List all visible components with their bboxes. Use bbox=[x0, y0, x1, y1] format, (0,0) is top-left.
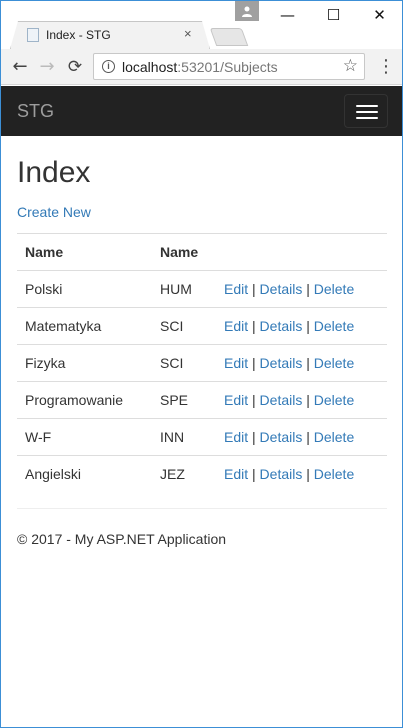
column-header-actions bbox=[216, 233, 387, 271]
edit-link[interactable]: Edit bbox=[224, 318, 248, 334]
site-info-icon[interactable]: i bbox=[102, 60, 115, 73]
profile-person-icon[interactable] bbox=[235, 1, 259, 21]
action-separator: | bbox=[252, 466, 256, 483]
url-path: :53201/Subjects bbox=[177, 59, 278, 75]
details-link[interactable]: Details bbox=[260, 392, 303, 408]
details-link[interactable]: Details bbox=[260, 355, 303, 371]
main-content: Index Create New Name Name Polski HUM Edit… bbox=[17, 136, 387, 493]
edit-link[interactable]: Edit bbox=[224, 429, 248, 445]
column-header-name: Name bbox=[17, 233, 152, 271]
edit-link[interactable]: Edit bbox=[224, 466, 248, 482]
browser-menu-icon[interactable]: ⋮ bbox=[377, 55, 395, 79]
subject-code: SCI bbox=[152, 344, 216, 382]
details-link[interactable]: Details bbox=[260, 466, 303, 482]
page-favicon-icon bbox=[27, 28, 39, 42]
back-arrow-icon[interactable]: ← bbox=[8, 55, 32, 79]
url-text[interactable]: localhost:53201/Subjects bbox=[122, 59, 278, 75]
subject-code: JEZ bbox=[152, 455, 216, 493]
edit-link[interactable]: Edit bbox=[224, 281, 248, 297]
subject-name: Angielski bbox=[17, 455, 152, 493]
details-link[interactable]: Details bbox=[260, 429, 303, 445]
details-link[interactable]: Details bbox=[260, 318, 303, 334]
address-bar[interactable]: i localhost:53201/Subjects ☆ bbox=[93, 53, 365, 80]
row-actions: Edit | Details | Delete bbox=[216, 381, 387, 419]
edit-link[interactable]: Edit bbox=[224, 355, 248, 371]
reload-icon[interactable]: ⟳ bbox=[63, 55, 87, 79]
action-separator: | bbox=[252, 318, 256, 334]
page-title: Index bbox=[17, 156, 91, 189]
table-row: W-F INN Edit | Details | Delete bbox=[17, 418, 387, 456]
action-separator: | bbox=[306, 318, 310, 334]
subject-name: Programowanie bbox=[17, 381, 152, 419]
delete-link[interactable]: Delete bbox=[314, 429, 354, 445]
row-actions: Edit | Details | Delete bbox=[216, 270, 387, 308]
browser-toolbar: ← → ⟳ i localhost:53201/Subjects ☆ ⋮ bbox=[1, 49, 402, 85]
delete-link[interactable]: Delete bbox=[314, 392, 354, 408]
action-separator: | bbox=[306, 429, 310, 445]
subject-name: Fizyka bbox=[17, 344, 152, 382]
subject-name: Matematyka bbox=[17, 307, 152, 345]
hamburger-bar bbox=[356, 117, 378, 119]
subject-code: HUM bbox=[152, 270, 216, 308]
table-row: Fizyka SCI Edit | Details | Delete bbox=[17, 344, 387, 382]
details-link[interactable]: Details bbox=[260, 281, 303, 297]
create-new-link[interactable]: Create New bbox=[17, 202, 387, 222]
subjects-table: Name Name Polski HUM Edit | Details | Dele… bbox=[17, 233, 387, 493]
action-separator: | bbox=[306, 281, 310, 297]
hamburger-bar bbox=[356, 105, 378, 107]
delete-link[interactable]: Delete bbox=[314, 318, 354, 334]
edit-link[interactable]: Edit bbox=[224, 392, 248, 408]
action-separator: | bbox=[252, 392, 256, 408]
row-actions: Edit | Details | Delete bbox=[216, 344, 387, 382]
bookmark-star-icon[interactable]: ☆ bbox=[343, 56, 358, 76]
action-separator: | bbox=[252, 429, 256, 445]
delete-link[interactable]: Delete bbox=[314, 281, 354, 297]
table-row: Matematyka SCI Edit | Details | Delete bbox=[17, 307, 387, 345]
subject-code: SCI bbox=[152, 307, 216, 345]
hamburger-menu-icon[interactable] bbox=[344, 94, 388, 128]
row-actions: Edit | Details | Delete bbox=[216, 307, 387, 345]
table-row: Angielski JEZ Edit | Details | Delete bbox=[17, 455, 387, 493]
subject-name: W-F bbox=[17, 418, 152, 456]
action-separator: | bbox=[306, 355, 310, 371]
url-host: localhost bbox=[122, 59, 178, 75]
action-separator: | bbox=[306, 466, 310, 483]
minimize-button[interactable]: — bbox=[265, 1, 310, 29]
tab-title[interactable]: Index - STG bbox=[46, 28, 111, 42]
delete-link[interactable]: Delete bbox=[314, 355, 354, 371]
close-window-button[interactable]: ✕ bbox=[357, 1, 402, 29]
footer-text: © 2017 - My ASP.NET Application bbox=[17, 531, 227, 547]
action-separator: | bbox=[252, 355, 256, 371]
hamburger-bar bbox=[356, 111, 378, 113]
subject-code: SPE bbox=[152, 381, 216, 419]
table-header-row: Name Name bbox=[17, 233, 387, 271]
table-row: Polski HUM Edit | Details | Delete bbox=[17, 270, 387, 308]
forward-arrow-icon[interactable]: → bbox=[35, 55, 59, 79]
tab-close-icon[interactable]: × bbox=[184, 26, 192, 41]
navbar-brand[interactable]: STG bbox=[17, 101, 54, 122]
subject-name: Polski bbox=[17, 270, 152, 308]
footer-divider bbox=[17, 508, 387, 509]
action-separator: | bbox=[306, 392, 310, 408]
browser-window: Index - STG × — ☐ ✕ ← → ⟳ i localhost:53… bbox=[0, 0, 403, 728]
row-actions: Edit | Details | Delete bbox=[216, 418, 387, 456]
maximize-button[interactable]: ☐ bbox=[311, 1, 356, 29]
table-row: Programowanie SPE Edit | Details | Delete bbox=[17, 381, 387, 419]
column-header-name: Name bbox=[152, 233, 216, 271]
tab-strip: Index - STG × — ☐ ✕ bbox=[1, 1, 402, 49]
delete-link[interactable]: Delete bbox=[314, 466, 354, 482]
action-separator: | bbox=[252, 281, 256, 297]
app-navbar: STG bbox=[1, 86, 402, 136]
subject-code: INN bbox=[152, 418, 216, 456]
row-actions: Edit | Details | Delete bbox=[216, 455, 387, 493]
new-tab-button[interactable] bbox=[209, 28, 249, 46]
